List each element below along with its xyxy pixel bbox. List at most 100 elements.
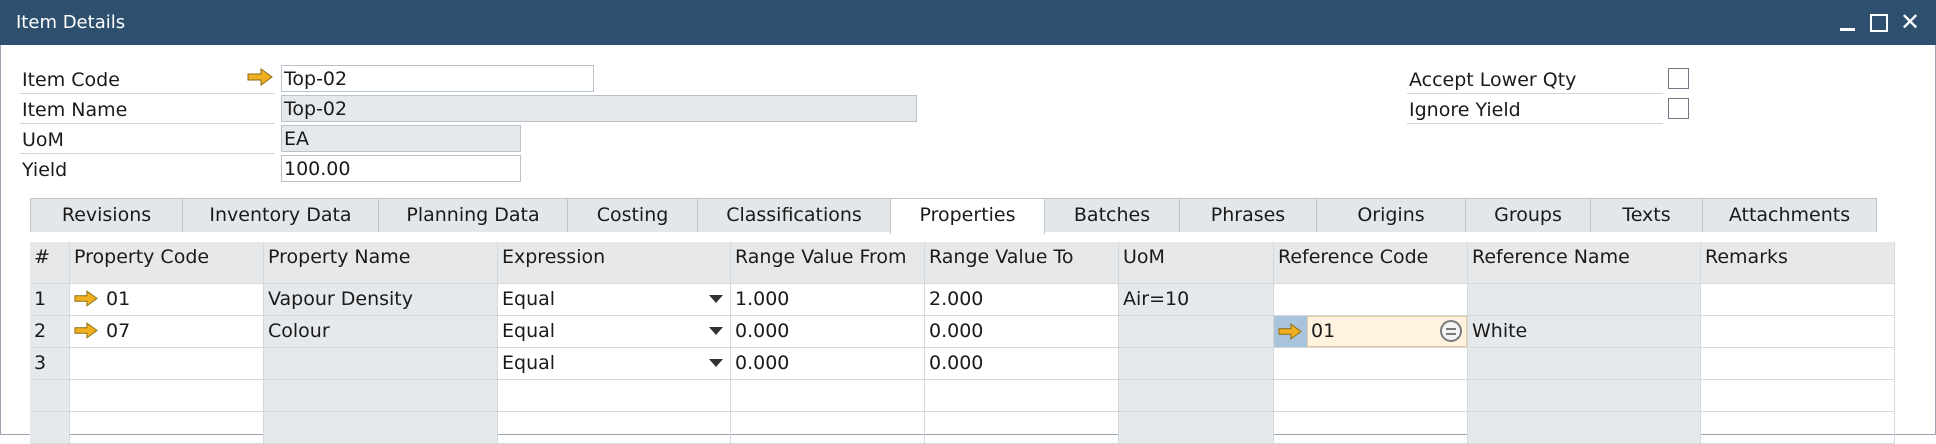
- reference-name-cell: White: [1468, 316, 1701, 348]
- column-header-number: #: [30, 242, 70, 284]
- arrow-right-icon[interactable]: [74, 290, 98, 307]
- tab-inventory-data[interactable]: Inventory Data: [182, 198, 379, 232]
- empty-cell: [264, 380, 498, 412]
- maximize-icon[interactable]: [1866, 10, 1890, 34]
- row-number[interactable]: [30, 412, 70, 444]
- uom-field: EA: [281, 125, 521, 152]
- item-name-field: Top-02: [281, 95, 917, 122]
- expression-cell[interactable]: Equal: [498, 316, 731, 348]
- title-bar: Item Details ✕: [0, 0, 1936, 45]
- tab-batches[interactable]: Batches: [1044, 198, 1180, 232]
- yield-label: Yield: [22, 159, 68, 181]
- column-header-property-code[interactable]: Property Code: [70, 242, 264, 284]
- arrow-right-icon[interactable]: [1278, 323, 1302, 340]
- ignore-yield-label: Ignore Yield: [1409, 99, 1521, 121]
- column-header-reference-name[interactable]: Reference Name: [1468, 242, 1701, 284]
- tab-attachments[interactable]: Attachments: [1702, 198, 1877, 232]
- empty-cell[interactable]: [498, 412, 731, 444]
- empty-cell[interactable]: [731, 412, 925, 444]
- range-from-cell[interactable]: 1.000: [731, 284, 925, 316]
- column-header-expression[interactable]: Expression: [498, 242, 731, 284]
- row-number[interactable]: 1: [30, 284, 70, 316]
- uom-label: UoM: [22, 129, 64, 151]
- property-name-cell: [264, 348, 498, 380]
- column-header-uom[interactable]: UoM: [1119, 242, 1274, 284]
- uom-cell: [1119, 316, 1274, 348]
- empty-cell: [1468, 412, 1701, 444]
- chevron-down-icon[interactable]: [709, 359, 723, 367]
- expression-value: Equal: [502, 288, 556, 310]
- empty-cell[interactable]: [1701, 380, 1895, 412]
- remarks-cell[interactable]: [1701, 316, 1895, 348]
- column-header-reference-code[interactable]: Reference Code: [1274, 242, 1468, 284]
- empty-cell[interactable]: [925, 380, 1119, 412]
- empty-cell[interactable]: [70, 412, 264, 444]
- empty-cell[interactable]: [731, 380, 925, 412]
- expression-cell[interactable]: Equal: [498, 284, 731, 316]
- tab-properties[interactable]: Properties: [890, 198, 1045, 234]
- item-code-field[interactable]: Top-02: [281, 65, 594, 92]
- tab-classifications[interactable]: Classifications: [697, 198, 891, 232]
- remarks-cell[interactable]: [1701, 348, 1895, 380]
- chevron-down-icon[interactable]: [709, 295, 723, 303]
- expression-cell[interactable]: Equal: [498, 348, 731, 380]
- tab-revisions[interactable]: Revisions: [30, 198, 183, 232]
- uom-cell: Air=10: [1119, 284, 1274, 316]
- column-header-property-name[interactable]: Property Name: [264, 242, 498, 284]
- empty-cell[interactable]: [498, 380, 731, 412]
- range-to-cell[interactable]: 0.000: [925, 348, 1119, 380]
- reference-code-cell[interactable]: [1274, 348, 1468, 380]
- property-name-cell: Colour: [264, 316, 498, 348]
- accept-lower-qty-label: Accept Lower Qty: [1409, 69, 1577, 91]
- empty-cell: [264, 412, 498, 444]
- arrow-right-icon[interactable]: [247, 68, 273, 86]
- tab-phrases[interactable]: Phrases: [1179, 198, 1317, 232]
- ignore-yield-checkbox[interactable]: [1668, 98, 1689, 119]
- column-header-range-value-to[interactable]: Range Value To: [925, 242, 1119, 284]
- row-number[interactable]: 3: [30, 348, 70, 380]
- tab-planning-data[interactable]: Planning Data: [378, 198, 568, 232]
- expression-value: Equal: [502, 352, 556, 374]
- empty-cell[interactable]: [1701, 412, 1895, 444]
- arrow-right-icon[interactable]: [74, 322, 98, 339]
- row-number[interactable]: 2: [30, 316, 70, 348]
- range-from-cell[interactable]: 0.000: [731, 348, 925, 380]
- empty-cell[interactable]: [70, 380, 264, 412]
- tab-texts[interactable]: Texts: [1590, 198, 1703, 232]
- reference-name-cell: [1468, 348, 1701, 380]
- chevron-down-icon[interactable]: [709, 327, 723, 335]
- reference-code-cell[interactable]: [1274, 284, 1468, 316]
- property-name-cell: Vapour Density: [264, 284, 498, 316]
- empty-cell: [1468, 380, 1701, 412]
- property-code-cell[interactable]: 01: [70, 284, 264, 316]
- property-code-value: 07: [106, 320, 131, 342]
- property-code-cell[interactable]: 07: [70, 316, 264, 348]
- reference-name-cell: [1468, 284, 1701, 316]
- close-icon[interactable]: ✕: [1898, 10, 1922, 34]
- row-number[interactable]: [30, 380, 70, 412]
- reference-code-cell[interactable]: 01: [1274, 316, 1468, 348]
- property-code-cell[interactable]: [70, 348, 264, 380]
- item-code-label: Item Code: [22, 69, 120, 91]
- expression-value: Equal: [502, 320, 556, 342]
- remarks-cell[interactable]: [1701, 284, 1895, 316]
- range-from-cell[interactable]: 0.000: [731, 316, 925, 348]
- empty-cell: [1119, 380, 1274, 412]
- empty-cell[interactable]: [1274, 412, 1468, 444]
- uom-cell: [1119, 348, 1274, 380]
- tab-groups[interactable]: Groups: [1465, 198, 1591, 232]
- empty-cell: [1119, 412, 1274, 444]
- item-name-label: Item Name: [22, 99, 128, 121]
- accept-lower-qty-checkbox[interactable]: [1668, 68, 1689, 89]
- column-header-range-value-from[interactable]: Range Value From: [731, 242, 925, 284]
- yield-field[interactable]: 100.00: [281, 155, 521, 182]
- column-header-remarks[interactable]: Remarks: [1701, 242, 1895, 284]
- tab-origins[interactable]: Origins: [1316, 198, 1466, 232]
- tab-costing[interactable]: Costing: [567, 198, 698, 232]
- range-to-cell[interactable]: 0.000: [925, 316, 1119, 348]
- minimize-icon[interactable]: [1836, 10, 1860, 34]
- empty-cell[interactable]: [925, 412, 1119, 444]
- list-lookup-icon[interactable]: [1440, 320, 1462, 342]
- empty-cell[interactable]: [1274, 380, 1468, 412]
- range-to-cell[interactable]: 2.000: [925, 284, 1119, 316]
